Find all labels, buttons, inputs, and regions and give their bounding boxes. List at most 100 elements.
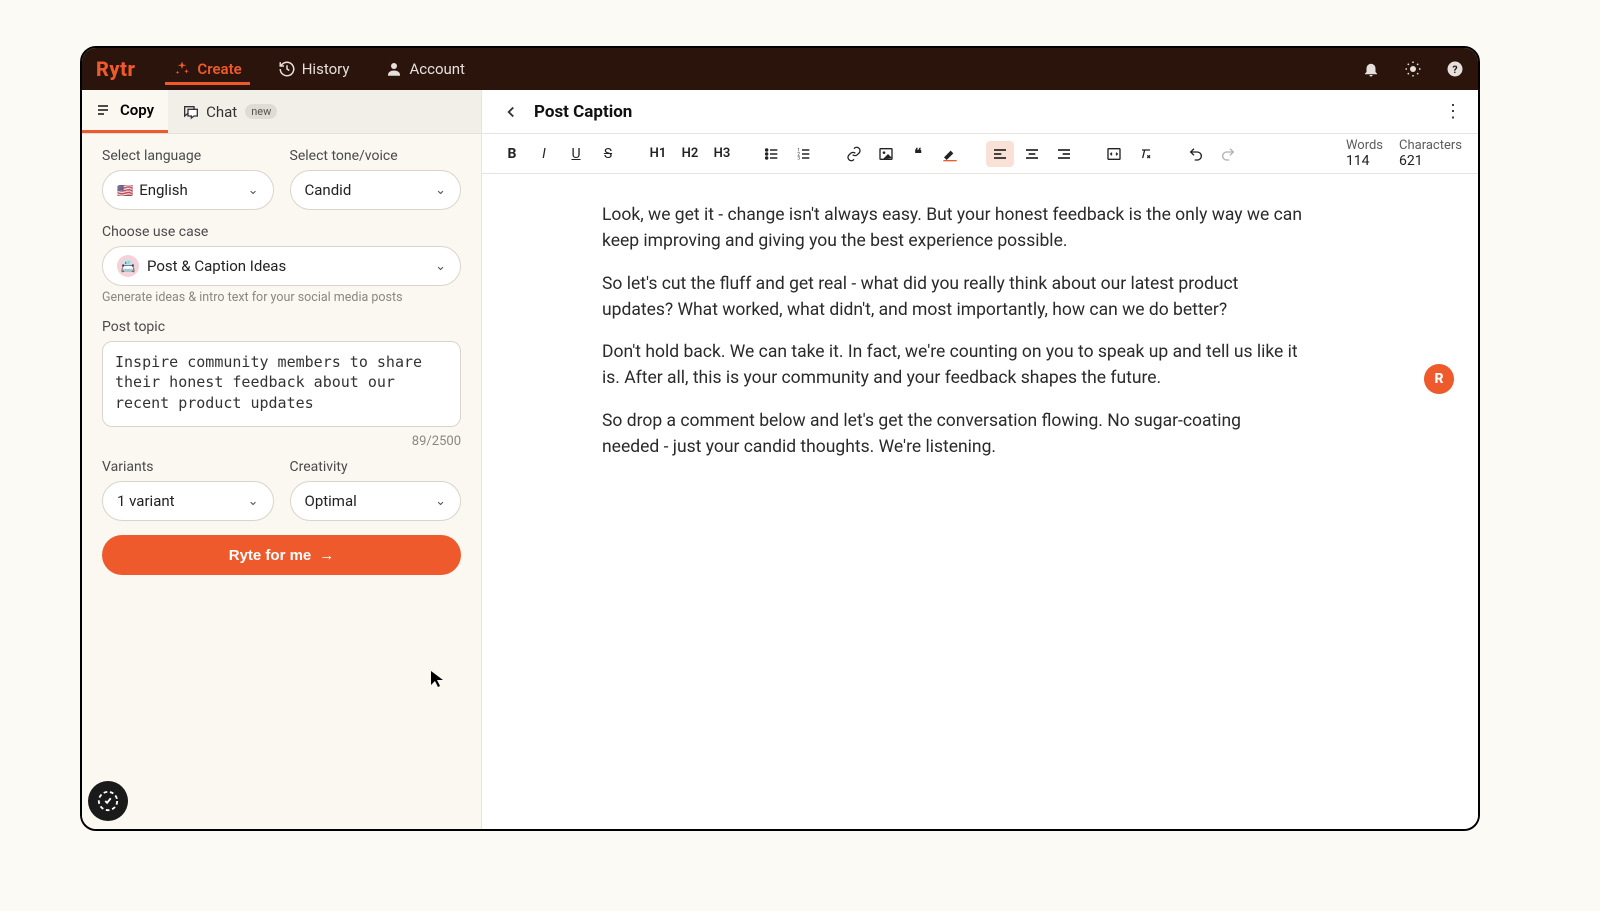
back-button[interactable] [498,99,524,125]
tab-chat[interactable]: Chat new [168,90,291,133]
h3-button[interactable]: H3 [708,141,736,167]
link-button[interactable] [840,141,868,167]
ordered-list-button[interactable]: 123 [790,141,818,167]
chevron-down-icon: ⌄ [248,183,259,198]
code-icon [1106,146,1122,162]
theme-icon[interactable] [1404,60,1422,78]
tab-label: Chat [206,103,237,121]
cursor-icon [430,670,444,692]
list-icon [96,102,112,118]
italic-button[interactable]: I [530,141,558,167]
ordered-list-icon: 123 [796,146,812,162]
char-counter: 89/2500 [102,434,461,449]
usecase-label: Choose use case [102,224,461,240]
tone-value: Candid [305,181,352,199]
image-button[interactable] [872,141,900,167]
tab-label: Copy [120,101,154,119]
chat-icon [182,104,198,120]
doc-header: Post Caption ⋮ [482,90,1478,134]
words-label: Words [1346,138,1383,153]
svg-text:?: ? [1452,63,1457,76]
chevron-down-icon: ⌄ [435,183,446,198]
more-menu[interactable]: ⋮ [1444,101,1462,122]
highlight-button[interactable] [936,141,964,167]
creativity-label: Creativity [290,459,462,475]
doc-title: Post Caption [534,102,632,122]
history-icon [278,60,296,78]
align-left-button[interactable] [986,141,1014,167]
editor-area[interactable]: Look, we get it - change isn't always ea… [482,174,1478,829]
left-tabs: Copy Chat new [82,90,481,134]
nav-label: History [302,60,350,78]
cta-label: Ryte for me [229,547,312,564]
variants-select[interactable]: 1 variant ⌄ [102,481,274,521]
arrow-right-icon: → [319,547,334,564]
quote-button[interactable]: ❝ [904,141,932,167]
align-left-icon [992,146,1008,162]
language-value: English [139,181,188,199]
rytr-fab[interactable]: R [1424,364,1454,394]
paragraph[interactable]: Look, we get it - change isn't always ea… [602,202,1302,255]
redo-icon [1220,146,1236,162]
doc-stats: Words 114 Characters 621 [1346,138,1462,169]
align-center-icon [1024,146,1040,162]
post-icon: 📇 [117,255,139,277]
paragraph[interactable]: So drop a comment below and let's get th… [602,408,1302,461]
bold-button[interactable]: B [498,141,526,167]
help-icon[interactable]: ? [1446,60,1464,78]
nav-account[interactable]: Account [377,54,473,84]
usecase-select[interactable]: 📇 Post & Caption Ideas ⌄ [102,246,461,286]
h2-button[interactable]: H2 [676,141,704,167]
language-select[interactable]: 🇺🇸English ⌄ [102,170,274,210]
bell-icon[interactable] [1362,60,1380,78]
tab-copy[interactable]: Copy [82,90,168,133]
sparkle-icon [173,60,191,78]
image-icon [878,146,894,162]
right-panel: Post Caption ⋮ B I U S H1 H2 H3 123 [482,90,1478,829]
align-center-button[interactable] [1018,141,1046,167]
creativity-select[interactable]: Optimal ⌄ [290,481,462,521]
paragraph[interactable]: Don't hold back. We can take it. In fact… [602,339,1302,392]
bullet-list-button[interactable] [758,141,786,167]
strike-button[interactable]: S [594,141,622,167]
tone-select[interactable]: Candid ⌄ [290,170,462,210]
variants-value: 1 variant [117,492,175,510]
chevron-down-icon: ⌄ [248,494,259,509]
paragraph[interactable]: So let's cut the fluff and get real - wh… [602,271,1302,324]
redo-button[interactable] [1214,141,1242,167]
undo-button[interactable] [1182,141,1210,167]
accessibility-icon [97,790,119,812]
clear-format-button[interactable] [1132,141,1160,167]
logo: Rytr [96,57,135,81]
link-icon [846,146,862,162]
nav-label: Create [197,60,241,78]
bullet-list-icon [764,146,780,162]
chevron-down-icon: ⌄ [435,259,446,274]
left-panel: Copy Chat new Select language 🇺🇸English [82,90,482,829]
align-right-icon [1056,146,1072,162]
words-value: 114 [1346,153,1383,169]
h1-button[interactable]: H1 [644,141,672,167]
new-badge: new [245,104,277,119]
nav-history[interactable]: History [270,54,358,84]
chars-value: 621 [1399,153,1462,169]
underline-button[interactable]: U [562,141,590,167]
header-right: ? [1362,60,1464,78]
accessibility-widget[interactable] [88,781,128,821]
highlight-icon [942,146,958,162]
editor-toolbar: B I U S H1 H2 H3 123 [482,134,1478,174]
top-header: Rytr Create History Account [82,48,1478,90]
topic-input[interactable] [102,341,461,427]
app-frame: Rytr Create History Account [80,46,1480,831]
align-right-button[interactable] [1050,141,1078,167]
clear-icon [1138,146,1154,162]
generate-button[interactable]: Ryte for me → [102,535,461,575]
nav-create[interactable]: Create [165,54,249,85]
usecase-hint: Generate ideas & intro text for your soc… [102,290,461,305]
code-block-button[interactable] [1100,141,1128,167]
body: Copy Chat new Select language 🇺🇸English [82,90,1478,829]
svg-text:3: 3 [797,155,800,161]
undo-icon [1188,146,1204,162]
variants-label: Variants [102,459,274,475]
nav-label: Account [409,60,465,78]
